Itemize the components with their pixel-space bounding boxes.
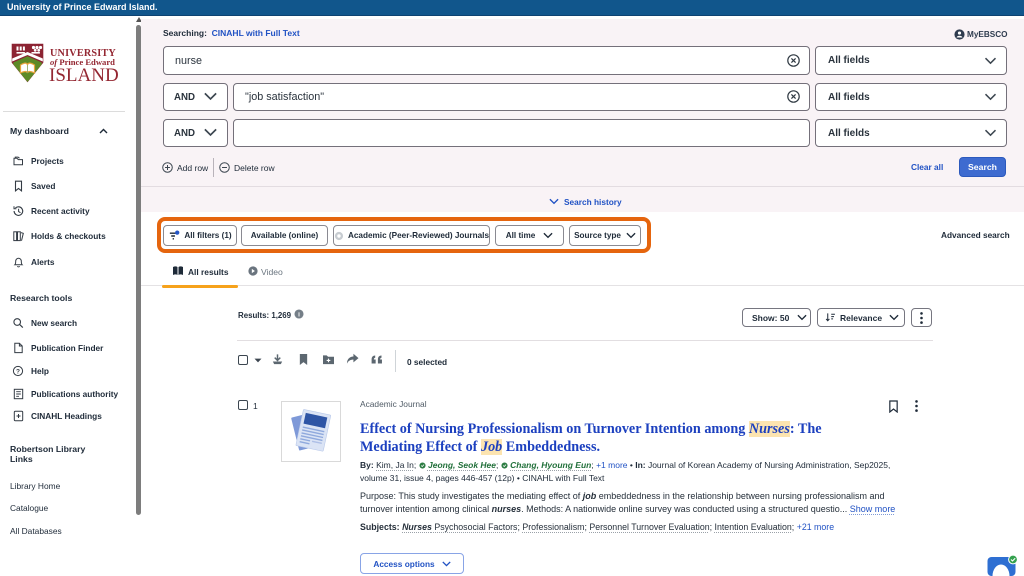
svg-text:i: i <box>298 311 300 318</box>
svg-text:?: ? <box>16 368 20 375</box>
svg-text:ISLAND: ISLAND <box>49 65 119 84</box>
